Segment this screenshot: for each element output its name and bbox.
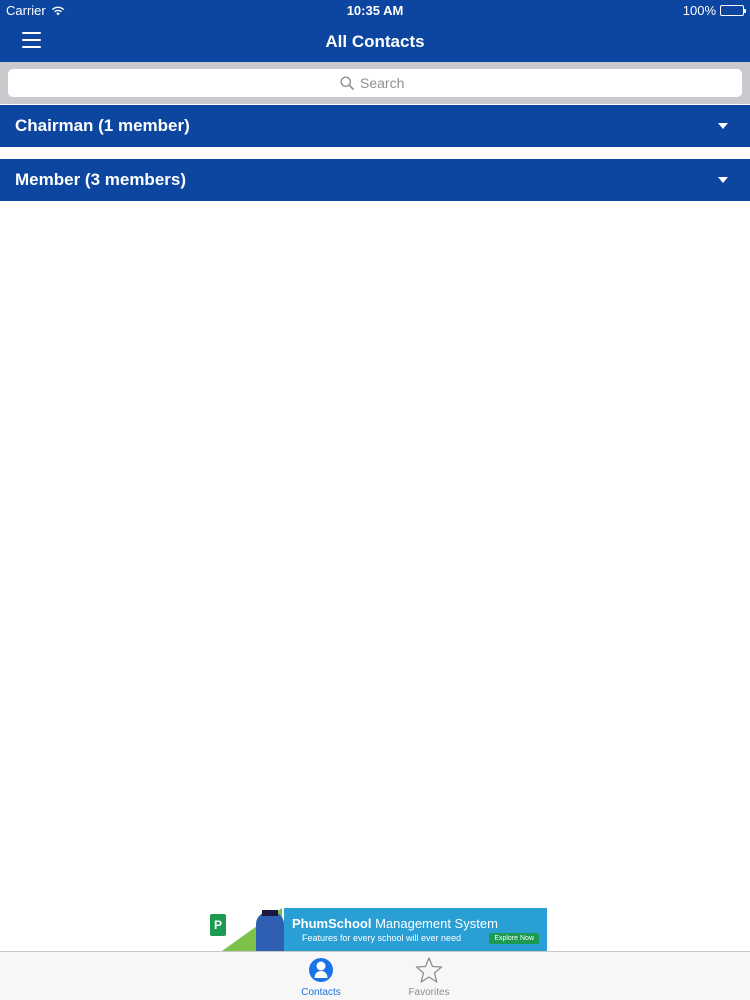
ad-subtitle: Features for every school will ever need xyxy=(302,933,462,943)
battery-indicator: 100% xyxy=(682,3,746,18)
status-time: 10:35 AM xyxy=(346,3,404,18)
tab-label: Contacts xyxy=(301,987,341,998)
battery-percent: 100% xyxy=(682,3,716,18)
ad-title: PhumSchool Management System xyxy=(292,916,498,931)
tab-contacts[interactable]: Contacts xyxy=(281,952,361,1000)
tab-bar: Contacts Favorites xyxy=(0,951,750,1000)
phumschool-logo-icon: P xyxy=(210,914,226,936)
page-title: All Contacts xyxy=(325,32,425,51)
group-header-member[interactable]: Member (3 members) xyxy=(0,159,750,201)
ad-banner[interactable]: P PhumSchool Management System Features … xyxy=(204,908,547,951)
header: Carrier 10:35 AM 100% All Contacts xyxy=(0,0,750,62)
search-bar xyxy=(0,62,750,104)
chevron-down-icon xyxy=(718,177,728,183)
search-field[interactable] xyxy=(8,69,742,97)
graduate-image xyxy=(256,910,284,951)
ad-brand: PhumSchool xyxy=(292,916,372,931)
group-label: Chairman (1 member) xyxy=(15,116,190,135)
star-icon xyxy=(415,957,443,983)
group-label: Member (3 members) xyxy=(15,170,187,189)
ad-title-rest: Management System xyxy=(371,916,498,931)
person-icon xyxy=(309,958,333,982)
ad-explore-button[interactable]: Explore Now xyxy=(489,933,539,944)
status-bar: Carrier 10:35 AM 100% xyxy=(0,0,750,22)
chevron-down-icon xyxy=(718,123,728,129)
group-header-chairman[interactable]: Chairman (1 member) xyxy=(0,105,750,147)
search-input[interactable] xyxy=(360,75,410,91)
tab-favorites[interactable]: Favorites xyxy=(389,952,469,1000)
tab-label: Favorites xyxy=(408,987,450,998)
search-icon xyxy=(340,76,354,90)
battery-icon xyxy=(720,5,746,16)
